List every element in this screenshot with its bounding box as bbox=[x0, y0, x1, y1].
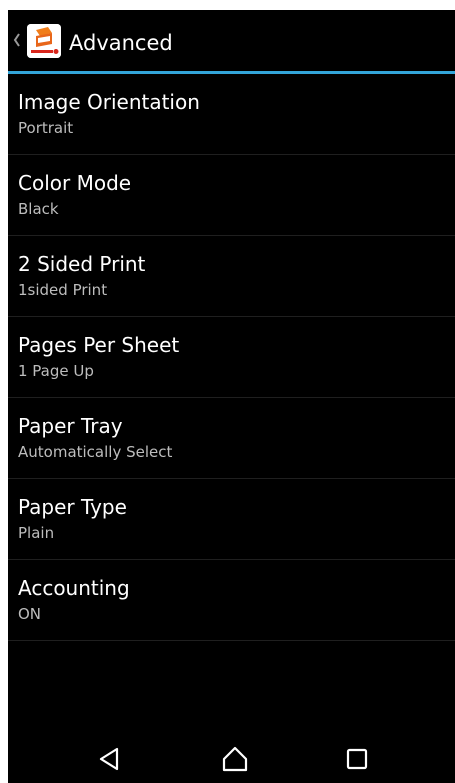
setting-summary: Portrait bbox=[18, 119, 74, 137]
setting-title: Accounting bbox=[18, 576, 130, 600]
setting-summary: 1 Page Up bbox=[18, 362, 94, 380]
chevron-left-icon[interactable] bbox=[12, 30, 22, 50]
home-icon[interactable] bbox=[221, 745, 249, 773]
setting-image-orientation[interactable]: Image Orientation Portrait bbox=[8, 74, 455, 155]
setting-paper-tray[interactable]: Paper Tray Automatically Select bbox=[8, 398, 455, 479]
setting-summary: 1sided Print bbox=[18, 281, 108, 299]
settings-list: Image Orientation Portrait Color Mode Bl… bbox=[8, 74, 455, 641]
setting-summary: Plain bbox=[18, 524, 55, 542]
setting-accounting[interactable]: Accounting ON bbox=[8, 560, 455, 641]
setting-title: Paper Tray bbox=[18, 414, 123, 438]
setting-title: Pages Per Sheet bbox=[18, 333, 180, 357]
action-bar: Advanced bbox=[8, 10, 455, 74]
setting-2-sided-print[interactable]: 2 Sided Print 1sided Print bbox=[8, 236, 455, 317]
setting-pages-per-sheet[interactable]: Pages Per Sheet 1 Page Up bbox=[8, 317, 455, 398]
setting-summary: Black bbox=[18, 200, 59, 218]
setting-title: 2 Sided Print bbox=[18, 252, 146, 276]
setting-title: Paper Type bbox=[18, 495, 127, 519]
setting-title: Color Mode bbox=[18, 171, 132, 195]
fujixerox-print-app-icon[interactable] bbox=[27, 24, 61, 58]
setting-summary: Automatically Select bbox=[18, 443, 173, 461]
setting-paper-type[interactable]: Paper Type Plain bbox=[8, 479, 455, 560]
page-title: Advanced bbox=[69, 31, 173, 55]
setting-title: Image Orientation bbox=[18, 90, 200, 114]
recents-square-icon[interactable] bbox=[343, 745, 371, 773]
back-triangle-icon[interactable] bbox=[96, 745, 124, 773]
system-navigation-bar bbox=[8, 735, 455, 783]
setting-summary: ON bbox=[18, 605, 42, 623]
setting-color-mode[interactable]: Color Mode Black bbox=[8, 155, 455, 236]
device-screen: Advanced Image Orientation Portrait Colo… bbox=[8, 10, 455, 783]
